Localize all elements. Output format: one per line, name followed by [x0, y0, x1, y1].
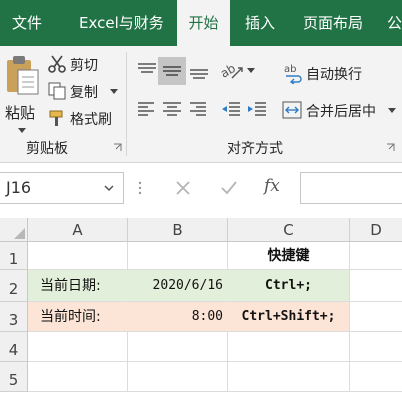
cell-a4[interactable]: [28, 332, 128, 362]
format-painter-label: 格式刷: [70, 112, 112, 128]
tab-formulas-partial[interactable]: 公: [387, 0, 402, 46]
wrap-text-icon: ab: [284, 64, 302, 84]
align-bottom-icon: [190, 69, 208, 79]
cell-c5[interactable]: [228, 362, 350, 392]
cell-b5[interactable]: [128, 362, 228, 392]
cell-d4[interactable]: [350, 332, 402, 362]
decrease-indent-icon: [222, 102, 240, 116]
row-header-4[interactable]: 4: [0, 332, 28, 362]
formula-bar: J16 fx: [0, 163, 402, 213]
row-header-5[interactable]: 5: [0, 362, 28, 392]
column-header-a[interactable]: A: [28, 218, 128, 242]
group-divider: [126, 52, 127, 156]
merge-center-button[interactable]: 合并后居中: [282, 99, 400, 121]
paintbrush-icon: [49, 110, 63, 126]
row-header-2[interactable]: 2: [0, 270, 28, 302]
svg-text:ab: ab: [220, 61, 238, 81]
merge-center-label: 合并后居中: [306, 104, 376, 120]
paste-button[interactable]: 粘贴: [4, 54, 40, 144]
enter-icon[interactable]: [220, 180, 238, 196]
merge-cells-icon: [282, 101, 302, 119]
cancel-icon[interactable]: [175, 180, 191, 196]
cut-label: 剪切: [70, 58, 98, 74]
cell-c1[interactable]: 快捷键: [228, 242, 350, 270]
tab-page-layout[interactable]: 页面布局: [303, 0, 363, 46]
cell-b4[interactable]: [128, 332, 228, 362]
copy-dropdown-icon[interactable]: [110, 89, 118, 95]
chevron-down-icon: [18, 128, 26, 133]
align-center-icon: [163, 102, 181, 116]
cell-a2[interactable]: 当前日期:: [28, 270, 128, 302]
left-align-button[interactable]: [136, 98, 158, 120]
wrap-text-label: 自动换行: [306, 67, 362, 83]
bottom-align-button[interactable]: [188, 60, 210, 82]
formula-input[interactable]: [300, 172, 402, 204]
paste-icon: [7, 56, 39, 95]
cell-a3[interactable]: 当前时间:: [28, 302, 128, 332]
svg-text:ab: ab: [284, 64, 296, 75]
column-header-d[interactable]: D: [350, 218, 402, 242]
cell-c4[interactable]: [228, 332, 350, 362]
name-box-value: J16: [6, 178, 32, 197]
cell-b2[interactable]: 2020/6/16: [128, 270, 228, 302]
align-top-icon: [138, 63, 156, 73]
cell-a1[interactable]: [28, 242, 128, 270]
ribbon-home: 粘贴 剪切 复制 格式刷 剪贴板 ab ab 自动换行 合并后居中 对齐方式: [0, 46, 402, 163]
wrap-text-button[interactable]: ab 自动换行: [284, 62, 394, 84]
text-orientation-icon: ab: [218, 61, 243, 81]
decrease-indent-button[interactable]: [220, 98, 242, 120]
select-all-triangle-icon: [14, 228, 25, 239]
paste-label: 粘贴: [5, 104, 36, 122]
cut-button[interactable]: 剪切: [48, 54, 118, 76]
formula-bar-grip-icon[interactable]: [138, 180, 142, 196]
orientation-button[interactable]: ab: [218, 60, 256, 82]
ribbon-tab-bar: 文件 Excel与财务 开始 插入 页面布局 公: [0, 0, 402, 46]
align-middle-icon: [163, 66, 181, 76]
tab-excel-finance[interactable]: Excel与财务: [79, 0, 164, 46]
increase-indent-icon: [248, 102, 266, 116]
alignment-launcher-icon[interactable]: [386, 143, 395, 152]
scissors-icon: [48, 55, 66, 73]
cell-a5[interactable]: [28, 362, 128, 392]
right-align-button[interactable]: [186, 98, 208, 120]
name-box[interactable]: J16: [0, 172, 124, 204]
cell-d3[interactable]: [350, 302, 402, 332]
name-box-dropdown-icon[interactable]: [104, 185, 114, 192]
alignment-group-label: 对齐方式: [227, 141, 283, 157]
insert-function-icon[interactable]: fx: [264, 176, 280, 196]
copy-button[interactable]: 复制: [48, 81, 120, 103]
clipboard-launcher-icon[interactable]: [113, 143, 122, 152]
format-painter-button[interactable]: 格式刷: [48, 108, 120, 130]
copy-icon: [48, 82, 66, 100]
column-header-b[interactable]: B: [128, 218, 228, 242]
tab-home[interactable]: 开始: [177, 0, 230, 46]
merge-dropdown-icon: [388, 108, 396, 113]
column-header-c[interactable]: C: [228, 218, 350, 242]
align-left-icon: [138, 102, 154, 116]
copy-label: 复制: [70, 85, 98, 101]
orientation-dropdown-icon: [247, 68, 255, 73]
select-all-corner[interactable]: [0, 218, 28, 242]
tab-insert[interactable]: 插入: [245, 0, 275, 46]
center-align-button[interactable]: [161, 98, 183, 120]
cell-d2[interactable]: [350, 270, 402, 302]
cell-b3[interactable]: 8:00: [128, 302, 228, 332]
align-right-icon: [190, 102, 206, 116]
tab-file[interactable]: 文件: [12, 0, 42, 46]
cell-d1[interactable]: [350, 242, 402, 270]
row-header-3[interactable]: 3: [0, 302, 28, 332]
row-header-1[interactable]: 1: [0, 242, 28, 270]
middle-align-button[interactable]: [158, 57, 186, 85]
increase-indent-button[interactable]: [246, 98, 268, 120]
cell-c3[interactable]: Ctrl+Shift+;: [228, 302, 350, 332]
cell-d5[interactable]: [350, 362, 402, 392]
top-align-button[interactable]: [136, 60, 158, 82]
clipboard-group-label: 剪贴板: [26, 141, 68, 157]
cell-c2[interactable]: Ctrl+;: [228, 270, 350, 302]
cell-b1[interactable]: [128, 242, 228, 270]
